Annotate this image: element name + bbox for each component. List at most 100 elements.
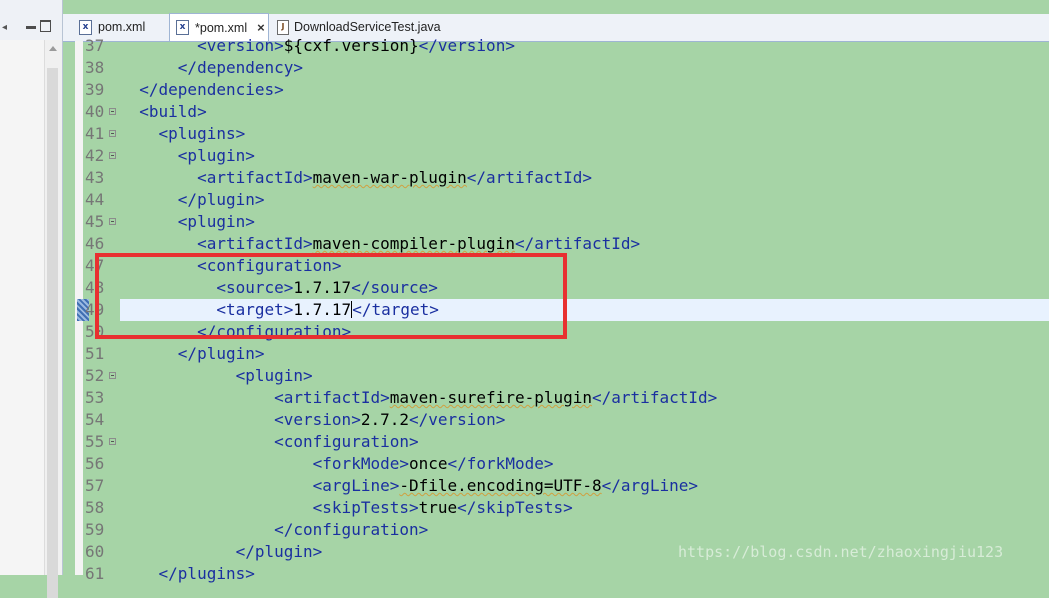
xml-file-icon: x <box>79 19 92 35</box>
code-text: <build> <box>120 101 206 123</box>
maximize-icon[interactable] <box>40 20 51 32</box>
line-number: 39 <box>85 80 105 99</box>
code-line[interactable]: 53 <artifactId>maven-surefire-plugin</ar… <box>63 387 1049 409</box>
xml-file-icon: x <box>176 20 189 35</box>
code-text: <artifactId>maven-surefire-plugin</artif… <box>120 387 717 409</box>
code-text: <artifactId>maven-war-plugin</artifactId… <box>120 167 592 189</box>
line-number: 40 <box>85 102 105 121</box>
xml-tag: </configuration> <box>120 520 429 539</box>
java-file-icon: J <box>277 19 289 35</box>
xml-tag: </argLine> <box>601 476 698 495</box>
code-line[interactable]: 58 <skipTests>true</skipTests> <box>63 497 1049 519</box>
code-text: <version>2.7.2</version> <box>120 409 505 431</box>
code-line[interactable]: 40 <build> <box>63 101 1049 123</box>
code-line[interactable]: 44 </plugin> <box>63 189 1049 211</box>
xml-tag: </version> <box>418 36 515 55</box>
xml-text: maven-war-plugin <box>312 168 467 187</box>
code-line[interactable]: 54 <version>2.7.2</version> <box>63 409 1049 431</box>
code-line[interactable]: 45 <plugin> <box>63 211 1049 233</box>
code-text: </dependencies> <box>120 79 284 101</box>
code-text: <forkMode>once</forkMode> <box>120 453 554 475</box>
xml-tag: <argLine> <box>120 476 400 495</box>
left-pane-scrollbar[interactable] <box>44 40 62 598</box>
code-line[interactable]: 37 <version>${cxf.version}</version> <box>63 35 1049 57</box>
line-number: 45 <box>85 212 105 231</box>
code-line[interactable]: 61 </plugins> <box>63 563 1049 585</box>
line-number: 37 <box>85 36 105 55</box>
code-text: <argLine>-Dfile.encoding=UTF-8</argLine> <box>120 475 698 497</box>
xml-tag: </skipTests> <box>457 498 573 517</box>
fold-toggle-icon[interactable] <box>109 130 116 137</box>
minimize-icon[interactable] <box>26 26 36 29</box>
xml-tag: </artifactId> <box>466 168 593 187</box>
code-text: </configuration> <box>120 519 428 541</box>
xml-tag: <version> <box>120 410 361 429</box>
xml-tag: <plugins> <box>120 124 246 143</box>
line-number: 59 <box>85 520 105 539</box>
xml-tag: </plugins> <box>120 564 255 583</box>
xml-tag: <version> <box>120 36 284 55</box>
code-text: </plugin> <box>120 343 265 365</box>
fold-toggle-icon[interactable] <box>109 438 116 445</box>
xml-tag: <artifactId> <box>120 234 313 253</box>
code-line[interactable]: 51 </plugin> <box>63 343 1049 365</box>
tab-label: *pom.xml <box>195 20 248 35</box>
tab-label: DownloadServiceTest.java <box>294 20 441 34</box>
code-line[interactable]: 39 </dependencies> <box>63 79 1049 101</box>
xml-tag: <plugin> <box>120 212 255 231</box>
code-line[interactable]: 55 <configuration> <box>63 431 1049 453</box>
code-line[interactable]: 57 <argLine>-Dfile.encoding=UTF-8</argLi… <box>63 475 1049 497</box>
xml-tag: <skipTests> <box>120 498 419 517</box>
tab-label: pom.xml <box>98 20 146 34</box>
close-icon[interactable]: × <box>257 20 265 35</box>
xml-text: true <box>418 498 458 517</box>
xml-tag: </plugin> <box>120 344 265 363</box>
line-number: 41 <box>85 124 105 143</box>
code-line[interactable]: 43 <artifactId>maven-war-plugin</artifac… <box>63 167 1049 189</box>
fold-toggle-icon[interactable] <box>109 372 116 379</box>
code-text: <configuration> <box>120 431 419 453</box>
line-number: 52 <box>85 366 105 385</box>
code-text: <plugin> <box>120 365 313 387</box>
line-number: 55 <box>85 432 105 451</box>
xml-tag: </artifactId> <box>514 234 641 253</box>
xml-text: once <box>408 454 448 473</box>
code-line[interactable]: 59 </configuration> <box>63 519 1049 541</box>
collapse-arrow-icon[interactable]: ◂ <box>2 22 7 33</box>
xml-tag: </dependency> <box>120 58 304 77</box>
fold-toggle-icon[interactable] <box>109 218 116 225</box>
code-line[interactable]: 46 <artifactId>maven-compiler-plugin</ar… <box>63 233 1049 255</box>
code-line[interactable]: 52 <plugin> <box>63 365 1049 387</box>
xml-tag: <forkMode> <box>120 454 409 473</box>
line-number: 38 <box>85 58 105 77</box>
left-pane: ◂ <box>0 0 63 598</box>
left-pane-header: ◂ <box>0 0 62 40</box>
xml-tag: </plugin> <box>120 190 265 209</box>
line-number: 42 <box>85 146 105 165</box>
xml-tag: </version> <box>409 410 506 429</box>
line-number: 53 <box>85 388 105 407</box>
code-line[interactable]: 56 <forkMode>once</forkMode> <box>63 453 1049 475</box>
code-text: </plugin> <box>120 189 265 211</box>
line-number: 46 <box>85 234 105 253</box>
code-text: <artifactId>maven-compiler-plugin</artif… <box>120 233 640 255</box>
code-line[interactable]: 41 <plugins> <box>63 123 1049 145</box>
xml-text: 2.7.2 <box>360 410 409 429</box>
fold-toggle-icon[interactable] <box>109 152 116 159</box>
code-line[interactable]: 38 </dependency> <box>63 57 1049 79</box>
code-text: </plugins> <box>120 563 255 585</box>
line-number: 56 <box>85 454 105 473</box>
xml-tag: </dependencies> <box>120 80 284 99</box>
code-text: </dependency> <box>120 57 303 79</box>
line-number: 44 <box>85 190 105 209</box>
xml-tag: </artifactId> <box>592 388 718 407</box>
code-line[interactable]: 42 <plugin> <box>63 145 1049 167</box>
xml-tag: <plugin> <box>120 146 255 165</box>
line-number: 51 <box>85 344 105 363</box>
scroll-thumb[interactable] <box>47 68 58 598</box>
xml-text: maven-surefire-plugin <box>389 388 593 407</box>
code-text: <plugin> <box>120 145 255 167</box>
fold-toggle-icon[interactable] <box>109 108 116 115</box>
xml-tag: <artifactId> <box>120 388 390 407</box>
scroll-up-icon[interactable] <box>49 46 57 51</box>
